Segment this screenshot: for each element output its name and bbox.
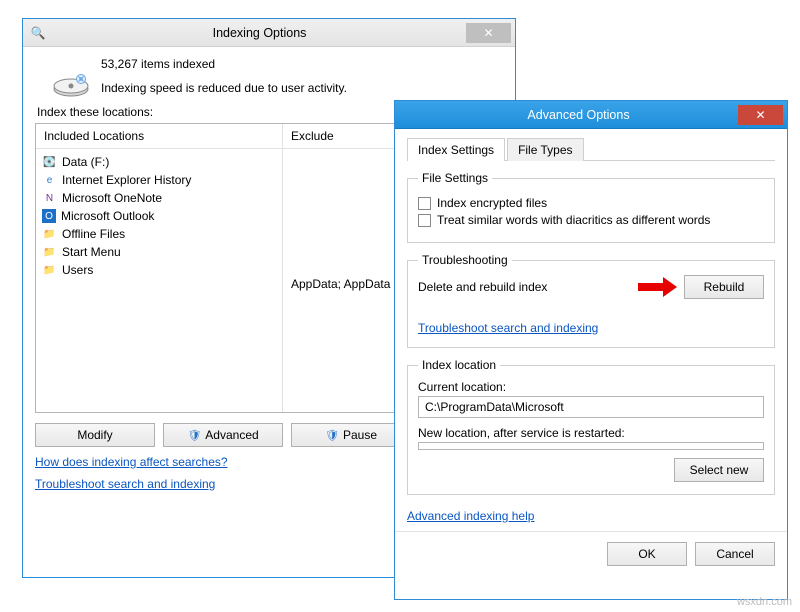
- troubleshooting-group: Troubleshooting Delete and rebuild index…: [407, 253, 775, 348]
- close-icon[interactable]: ✕: [466, 23, 511, 43]
- tab-strip: Index Settings File Types: [407, 137, 775, 161]
- current-location-field[interactable]: C:\ProgramData\Microsoft: [418, 396, 764, 418]
- list-item[interactable]: e Internet Explorer History: [42, 171, 276, 189]
- cancel-button[interactable]: Cancel: [695, 542, 775, 566]
- indexed-count-text: 53,267 items indexed: [101, 57, 215, 71]
- pause-button-label: Pause: [343, 428, 377, 442]
- tab-file-types[interactable]: File Types: [507, 138, 583, 161]
- pointer-arrow-icon: [638, 277, 678, 297]
- indexing-titlebar: 🔍 Indexing Options ✕: [23, 19, 515, 47]
- checkbox-encrypted[interactable]: Index encrypted files: [418, 196, 764, 210]
- shield-icon: 🛡: [187, 430, 201, 442]
- link-troubleshoot[interactable]: Troubleshoot search and indexing: [418, 321, 598, 335]
- shield-icon: 🛡: [325, 430, 339, 442]
- link-advanced-help[interactable]: Advanced indexing help: [407, 509, 534, 523]
- list-item-label: Data (F:): [62, 155, 109, 169]
- ok-button[interactable]: OK: [607, 542, 687, 566]
- pause-button[interactable]: 🛡 Pause: [291, 423, 411, 447]
- advanced-titlebar: Advanced Options ✕: [395, 101, 787, 129]
- index-location-legend: Index location: [418, 358, 500, 372]
- advanced-button-label: Advanced: [205, 428, 258, 442]
- list-item[interactable]: O Microsoft Outlook: [42, 207, 276, 225]
- list-item[interactable]: N Microsoft OneNote: [42, 189, 276, 207]
- watermark-text: wsxdn.com: [737, 596, 792, 608]
- close-icon[interactable]: ✕: [738, 105, 783, 125]
- modify-button[interactable]: Modify: [35, 423, 155, 447]
- checkbox-icon: [418, 197, 431, 210]
- file-settings-group: File Settings Index encrypted files Trea…: [407, 171, 775, 243]
- link-troubleshoot[interactable]: Troubleshoot search and indexing: [35, 477, 215, 491]
- drive-icon: 💽: [42, 155, 57, 169]
- list-item-label: Internet Explorer History: [62, 173, 191, 187]
- indexing-title: Indexing Options: [53, 26, 466, 40]
- advanced-title: Advanced Options: [419, 108, 738, 122]
- list-item-label: Users: [62, 263, 93, 277]
- checkbox-label: Treat similar words with diacritics as d…: [437, 213, 710, 227]
- list-item[interactable]: 📁 Offline Files: [42, 225, 276, 243]
- onenote-icon: N: [42, 191, 57, 205]
- link-indexing-affect[interactable]: How does indexing affect searches?: [35, 455, 228, 469]
- list-item[interactable]: 💽 Data (F:): [42, 153, 276, 171]
- folder-icon: 📁: [42, 263, 57, 277]
- folder-icon: 📁: [42, 227, 57, 241]
- advanced-options-window: Advanced Options ✕ Index Settings File T…: [394, 100, 788, 600]
- outlook-icon: O: [42, 209, 56, 223]
- new-location-field[interactable]: [418, 442, 764, 450]
- ie-icon: e: [42, 173, 57, 187]
- list-item[interactable]: 📁 Users: [42, 261, 276, 279]
- select-new-button[interactable]: Select new: [674, 458, 764, 482]
- list-item-label: Microsoft Outlook: [61, 209, 154, 223]
- checkbox-icon: [418, 214, 431, 227]
- search-icon: 🔍: [31, 26, 46, 40]
- drive-icon: [51, 71, 91, 103]
- advanced-button[interactable]: 🛡 Advanced: [163, 423, 283, 447]
- list-item-label: Offline Files: [62, 227, 125, 241]
- index-location-group: Index location Current location: C:\Prog…: [407, 358, 775, 495]
- file-settings-legend: File Settings: [418, 171, 492, 185]
- troubleshooting-legend: Troubleshooting: [418, 253, 512, 267]
- checkbox-diacritics[interactable]: Treat similar words with diacritics as d…: [418, 213, 764, 227]
- current-location-label: Current location:: [418, 380, 764, 394]
- checkbox-label: Index encrypted files: [437, 196, 547, 210]
- rebuild-label: Delete and rebuild index: [418, 280, 547, 294]
- list-item-label: Start Menu: [62, 245, 121, 259]
- rebuild-button[interactable]: Rebuild: [684, 275, 764, 299]
- col-header-included[interactable]: Included Locations: [36, 124, 282, 149]
- tab-index-settings[interactable]: Index Settings: [407, 138, 505, 161]
- folder-icon: 📁: [42, 245, 57, 259]
- list-item-label: Microsoft OneNote: [62, 191, 162, 205]
- speed-note-text: Indexing speed is reduced due to user ac…: [101, 81, 347, 95]
- list-item[interactable]: 📁 Start Menu: [42, 243, 276, 261]
- new-location-label: New location, after service is restarted…: [418, 426, 764, 440]
